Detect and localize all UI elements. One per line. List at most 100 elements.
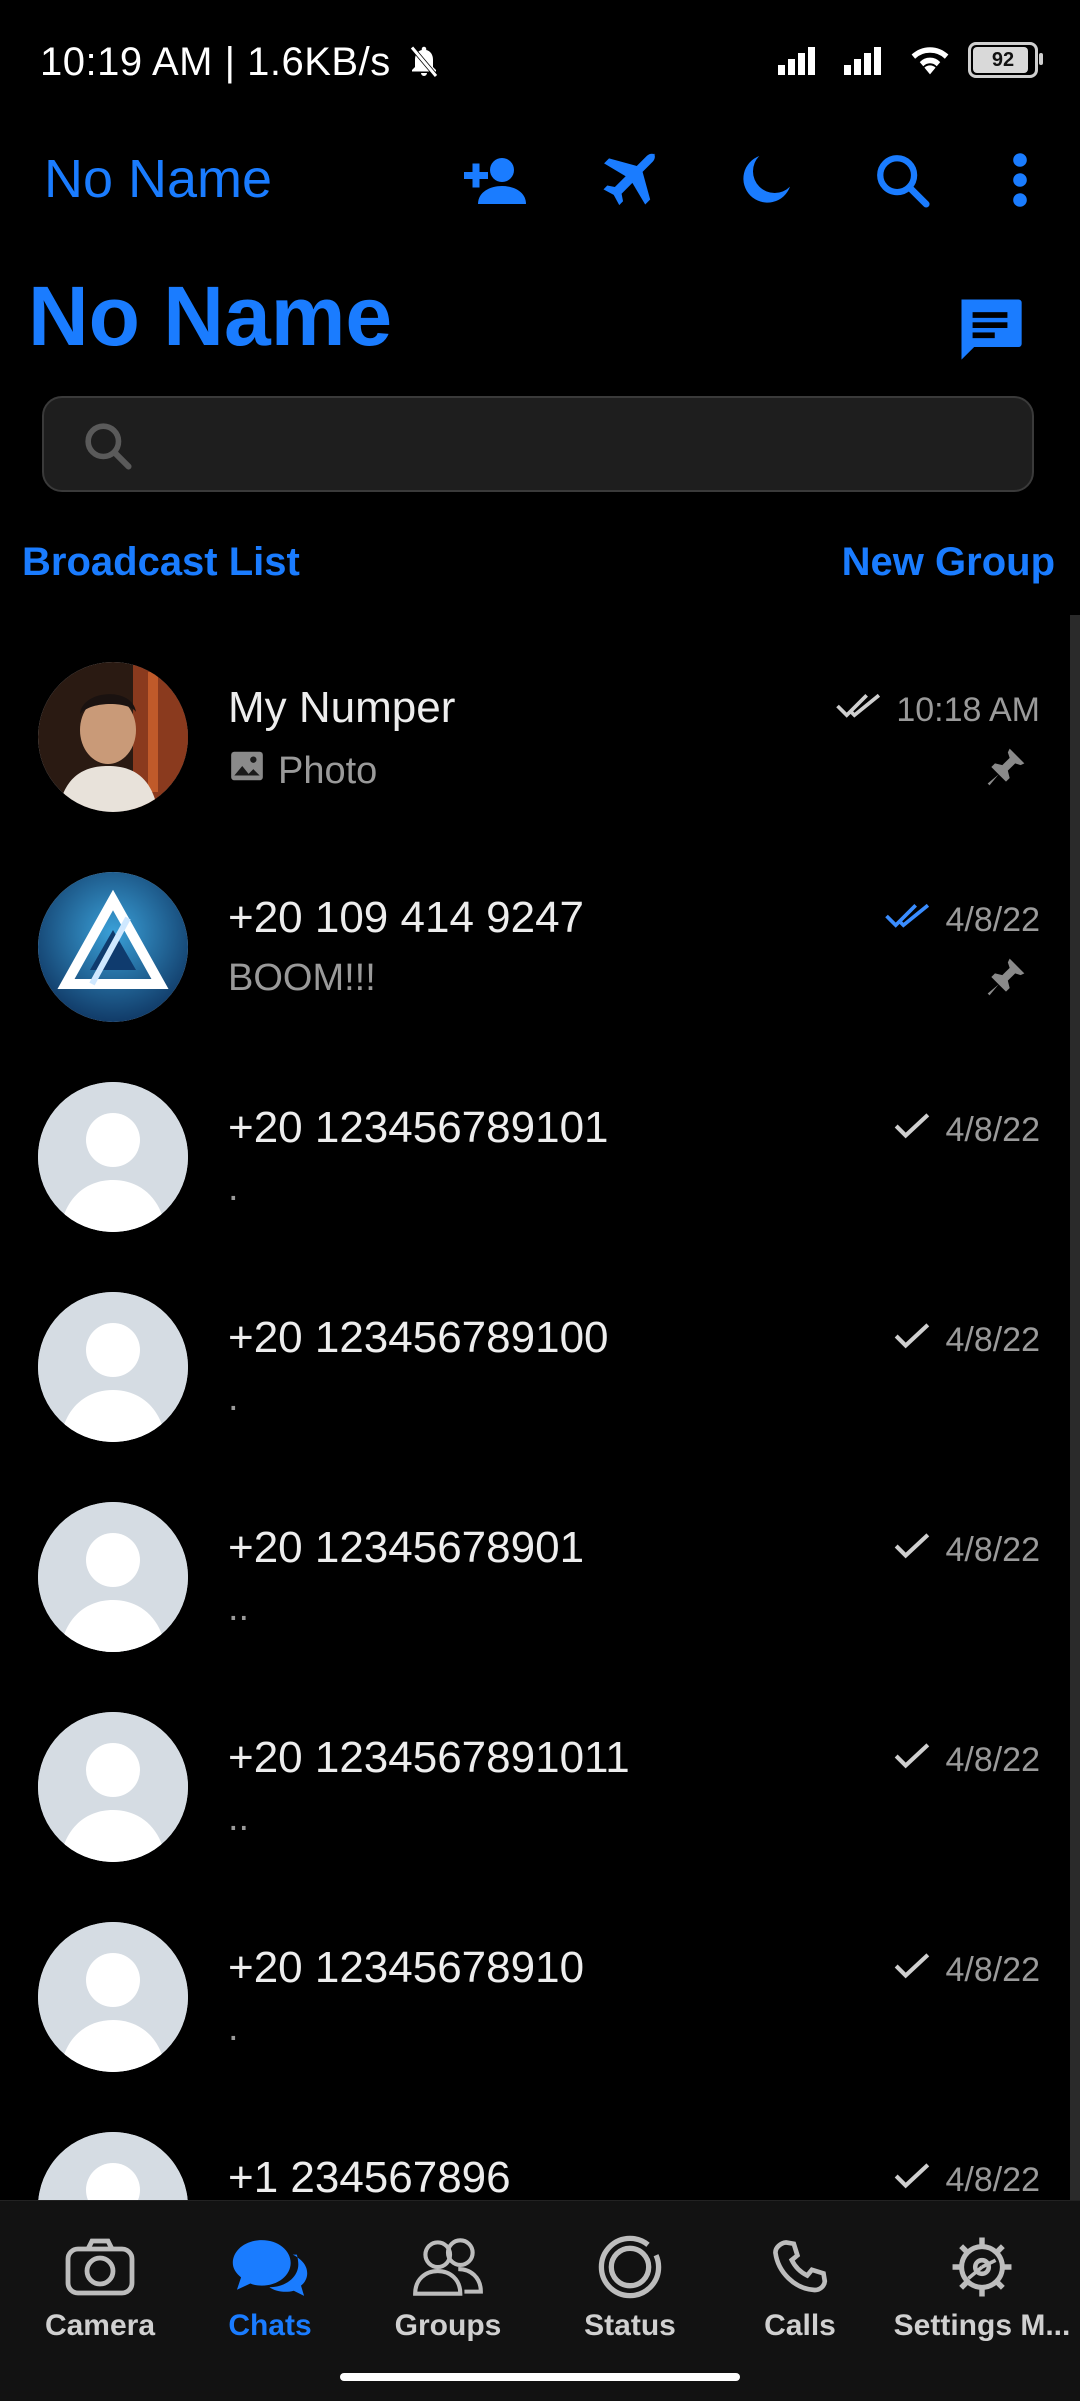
chat-time: 4/8/22 xyxy=(945,1111,1040,1149)
chat-preview: BOOM!!! xyxy=(228,957,376,1000)
chat-row[interactable]: +20 123456789100. 4/8/22 xyxy=(0,1245,1068,1455)
camera-icon xyxy=(64,2231,136,2303)
nav-item-calls[interactable]: Calls xyxy=(710,2231,890,2343)
chat-preview: . xyxy=(228,1377,239,1420)
chat-time: 4/8/22 xyxy=(945,1531,1040,1569)
chat-preview: . xyxy=(228,1167,239,1210)
avatar[interactable] xyxy=(38,1292,188,1442)
read-receipt-icon xyxy=(893,1321,931,1360)
chat-name: +20 123456789101 xyxy=(228,1103,609,1152)
chat-meta: 4/8/22 xyxy=(893,1111,1040,1150)
nav-item-chats[interactable]: Chats xyxy=(180,2231,360,2343)
chat-preview: .. xyxy=(228,1587,249,1630)
nav-label: Calls xyxy=(764,2309,836,2342)
new-group-link[interactable]: New Group xyxy=(842,540,1055,585)
chat-time: 4/8/22 xyxy=(945,1741,1040,1779)
chat-preview-text: Photo xyxy=(278,749,378,792)
bottom-navigation: Camera Chats Groups Status Calls Settings M..… xyxy=(0,2200,1080,2401)
dark-mode-button[interactable] xyxy=(726,140,806,220)
add-person-icon xyxy=(464,158,526,204)
pin-icon xyxy=(984,745,1028,794)
read-receipt-icon xyxy=(836,691,882,730)
phone-icon xyxy=(769,2231,831,2303)
signal-icon xyxy=(778,47,815,75)
avatar[interactable] xyxy=(38,1502,188,1652)
chat-time: 4/8/22 xyxy=(945,1321,1040,1359)
chat-row[interactable]: My Numper Photo 10:18 AM xyxy=(0,615,1068,825)
chat-row[interactable]: +1 234567896 4/8/22 xyxy=(0,2085,1068,2200)
chat-preview: . xyxy=(228,2007,239,2050)
chat-time: 4/8/22 xyxy=(945,1951,1040,1989)
more-vertical-icon xyxy=(1013,153,1027,207)
chat-row[interactable]: +20 123456789101. 4/8/22 xyxy=(0,1035,1068,1245)
chat-preview: Photo xyxy=(228,747,377,795)
search-button[interactable] xyxy=(862,140,942,220)
chat-name: +20 12345678901 xyxy=(228,1523,585,1572)
home-indicator[interactable] xyxy=(340,2373,740,2381)
chat-name: +1 234567896 xyxy=(228,2153,511,2200)
avatar[interactable] xyxy=(38,1922,188,2072)
chat-preview-text: . xyxy=(228,1167,239,1209)
avatar[interactable] xyxy=(38,872,188,1022)
avatar[interactable] xyxy=(38,2132,188,2200)
read-receipt-icon xyxy=(885,901,931,940)
nav-item-groups[interactable]: Groups xyxy=(358,2231,538,2343)
new-chat-button[interactable] xyxy=(952,290,1028,366)
airplane-mode-button[interactable] xyxy=(588,140,668,220)
avatar[interactable] xyxy=(38,1712,188,1862)
chat-time: 4/8/22 xyxy=(945,2161,1040,2199)
status-time-text: 10:19 AM | 1.6KB/s xyxy=(40,40,391,84)
chat-meta: 4/8/22 xyxy=(893,1531,1040,1570)
search-field-icon xyxy=(80,418,136,479)
chat-row[interactable]: +20 1234567891011.. 4/8/22 xyxy=(0,1665,1068,1875)
chat-name: +20 1234567891011 xyxy=(228,1733,630,1782)
chat-meta: 4/8/22 xyxy=(893,1951,1040,1990)
chat-name: +20 12345678910 xyxy=(228,1943,585,1992)
nav-label: Groups xyxy=(394,2309,502,2342)
add-contact-button[interactable] xyxy=(454,140,534,220)
broadcast-list-link[interactable]: Broadcast List xyxy=(22,540,300,585)
nav-item-settings[interactable]: Settings M... xyxy=(892,2231,1072,2343)
moon-icon xyxy=(743,156,790,203)
app-bar-title: No Name xyxy=(44,149,273,209)
read-receipt-icon xyxy=(893,1741,931,1780)
read-receipt-icon xyxy=(893,1531,931,1570)
battery-level: 92 xyxy=(991,48,1015,71)
chat-meta: 4/8/22 xyxy=(893,1741,1040,1780)
nav-item-camera[interactable]: Camera xyxy=(10,2231,190,2343)
page-title: No Name xyxy=(28,269,393,363)
chat-bubbles-icon xyxy=(228,2231,312,2303)
search-input[interactable] xyxy=(42,396,1034,492)
chat-row[interactable]: +20 12345678910. 4/8/22 xyxy=(0,1875,1068,2085)
chat-preview: .. xyxy=(228,1797,249,1840)
signal-icon-2 xyxy=(844,47,881,75)
settings-icon xyxy=(948,2231,1016,2303)
chat-preview-text: . xyxy=(228,1377,239,1419)
read-receipt-icon xyxy=(893,2161,931,2200)
overflow-menu-button[interactable] xyxy=(980,140,1060,220)
groups-icon xyxy=(409,2231,487,2303)
chat-name: My Numper xyxy=(228,683,456,732)
chat-preview-text: .. xyxy=(228,1797,250,1839)
avatar[interactable] xyxy=(38,662,188,812)
wifi-icon xyxy=(911,47,949,75)
photo-icon xyxy=(228,747,266,795)
chat-preview-text: .. xyxy=(228,1587,250,1629)
chat-time: 10:18 AM xyxy=(896,691,1040,729)
chat-row[interactable]: +20 109 414 9247 BOOM!!! 4/8/22 xyxy=(0,825,1068,1035)
chat-row[interactable]: +20 12345678901.. 4/8/22 xyxy=(0,1455,1068,1665)
nav-item-status[interactable]: Status xyxy=(540,2231,720,2343)
status-bar-time: 10:19 AM | 1.6KB/s xyxy=(40,40,442,85)
airplane-icon xyxy=(603,152,656,206)
chat-name: +20 123456789100 xyxy=(228,1313,609,1362)
chat-meta: 4/8/22 xyxy=(893,2161,1040,2200)
status-icon xyxy=(597,2231,663,2303)
avatar[interactable] xyxy=(38,1082,188,1232)
chat-time: 4/8/22 xyxy=(945,901,1040,939)
read-receipt-icon xyxy=(893,1951,931,1990)
chat-preview-text: BOOM!!! xyxy=(228,957,376,999)
chat-meta: 10:18 AM xyxy=(836,691,1040,730)
nav-label: Camera xyxy=(44,2309,156,2342)
nav-label: Status xyxy=(584,2309,676,2342)
chat-meta: 4/8/22 xyxy=(893,1321,1040,1360)
